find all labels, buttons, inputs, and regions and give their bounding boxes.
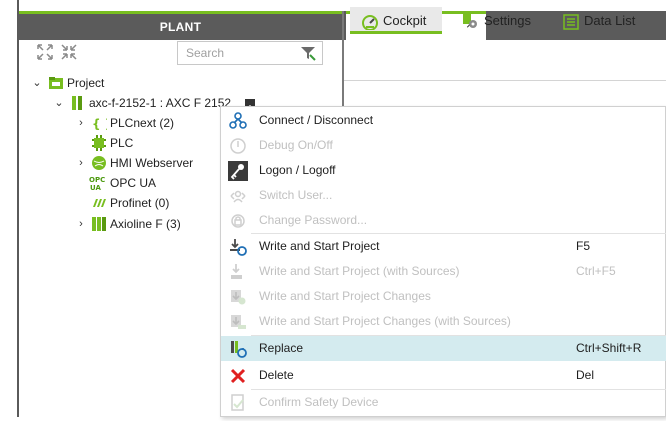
tree-item-label: OPC UA	[110, 176, 157, 190]
menu-item-shortcut: F5	[576, 239, 591, 253]
menu-item-debug[interactable]: Debug On/Off	[221, 133, 666, 158]
menu-item-connect[interactable]: Connect / Disconnect	[221, 108, 666, 133]
menu-item-label: Switch User...	[259, 188, 333, 202]
svg-text:OPC: OPC	[89, 176, 105, 184]
menu-item-label: Write and Start Project Changes (with So…	[259, 314, 511, 328]
menu-item-change-password[interactable]: Change Password...	[221, 208, 666, 233]
menu-item-switch-user[interactable]: Switch User...	[221, 183, 666, 208]
chevron-right-icon[interactable]: ›	[76, 219, 86, 230]
opcua-icon: OPC UA	[89, 174, 105, 192]
switch-user-icon	[229, 187, 247, 205]
hmi-globe-icon	[91, 155, 107, 171]
chevron-right-icon[interactable]: ›	[76, 158, 86, 169]
tab-label: Cockpit	[383, 13, 427, 28]
tree-item-label: PLCnext (2)	[110, 116, 175, 130]
tree-item-label: Axioline F (3)	[110, 217, 181, 231]
menu-item-label: Write and Start Project (with Sources)	[259, 264, 460, 278]
menu-item-shortcut: Ctrl+F5	[576, 264, 616, 278]
menu-item-label: Write and Start Project	[259, 239, 380, 253]
list-icon	[563, 12, 579, 30]
tab-label: Data List	[584, 13, 636, 28]
debug-icon	[229, 137, 247, 155]
expand-all-icon[interactable]	[35, 43, 55, 63]
tree-item-label: HMI Webserver	[110, 156, 194, 170]
menu-item-write-changes-sources[interactable]: Write and Start Project Changes (with So…	[221, 309, 666, 334]
plant-panel-title: PLANT	[19, 11, 342, 40]
axioline-icon	[91, 216, 107, 232]
profinet-icon	[91, 195, 107, 211]
change-password-icon	[229, 212, 247, 230]
gauge-icon	[362, 12, 378, 31]
chevron-down-icon[interactable]: ⌄	[54, 98, 64, 109]
settings-icon	[461, 12, 479, 30]
menu-item-logon[interactable]: Logon / Logoff	[221, 158, 666, 183]
write-changes-sources-icon	[229, 313, 247, 331]
menu-item-label: Connect / Disconnect	[259, 113, 374, 127]
chevron-down-icon[interactable]: ⌄	[32, 78, 42, 89]
context-menu: Connect / Disconnect Debug On/Off Logon …	[220, 106, 666, 417]
delete-icon	[229, 367, 247, 385]
write-changes-icon	[229, 288, 247, 306]
key-icon	[227, 160, 249, 182]
search-input[interactable]	[186, 45, 286, 61]
tab-data-list[interactable]: Data List	[556, 7, 660, 34]
menu-item-shortcut: Ctrl+Shift+R	[576, 341, 642, 355]
menu-item-write-start[interactable]: Write and Start Project F5	[221, 234, 666, 259]
menu-item-label: Change Password...	[259, 213, 368, 227]
menu-item-label: Replace	[259, 341, 304, 355]
write-start-sources-icon	[229, 263, 247, 281]
project-folder-icon	[48, 75, 64, 91]
menu-item-replace[interactable]: Replace Ctrl+Shift+R	[221, 336, 666, 361]
tab-cockpit[interactable]: Cockpit	[350, 7, 442, 34]
write-start-icon	[229, 238, 247, 256]
menu-item-confirm-safety[interactable]: Confirm Safety Device	[221, 390, 666, 415]
menu-item-shortcut: Del	[576, 368, 595, 382]
menu-item-write-changes[interactable]: Write and Start Project Changes	[221, 284, 666, 309]
tab-settings[interactable]: Settings	[449, 7, 544, 34]
tree-item-label: Profinet (0)	[110, 196, 170, 210]
plc-device-icon	[70, 95, 86, 111]
menu-item-delete[interactable]: Delete Del	[221, 363, 666, 388]
plcnext-icon: { }	[91, 115, 113, 131]
tab-label: Settings	[484, 13, 531, 28]
filter-icon[interactable]	[300, 45, 316, 61]
menu-item-label: Logon / Logoff	[259, 163, 336, 177]
chevron-right-icon[interactable]: ›	[76, 118, 86, 129]
tree-item-label: Project	[67, 76, 105, 90]
menu-item-label: Write and Start Project Changes	[259, 289, 431, 303]
connect-icon	[229, 112, 247, 130]
tree-item-label: axc-f-2152-1 : AXC F 2152	[89, 96, 232, 110]
svg-text:UA: UA	[90, 184, 101, 192]
plc-chip-icon	[91, 135, 107, 151]
collapse-all-icon[interactable]	[59, 43, 79, 63]
menu-item-label: Delete	[259, 368, 294, 382]
editor-tab-bar	[344, 40, 666, 81]
svg-text:{ }: { }	[92, 117, 107, 131]
menu-item-label: Debug On/Off	[259, 138, 333, 152]
menu-item-label: Confirm Safety Device	[259, 395, 379, 409]
search-box[interactable]	[177, 41, 323, 65]
replace-icon	[229, 340, 247, 358]
confirm-safety-icon	[229, 394, 247, 412]
tree-item-label: PLC	[110, 136, 134, 150]
menu-item-write-start-sources[interactable]: Write and Start Project (with Sources) C…	[221, 259, 666, 284]
